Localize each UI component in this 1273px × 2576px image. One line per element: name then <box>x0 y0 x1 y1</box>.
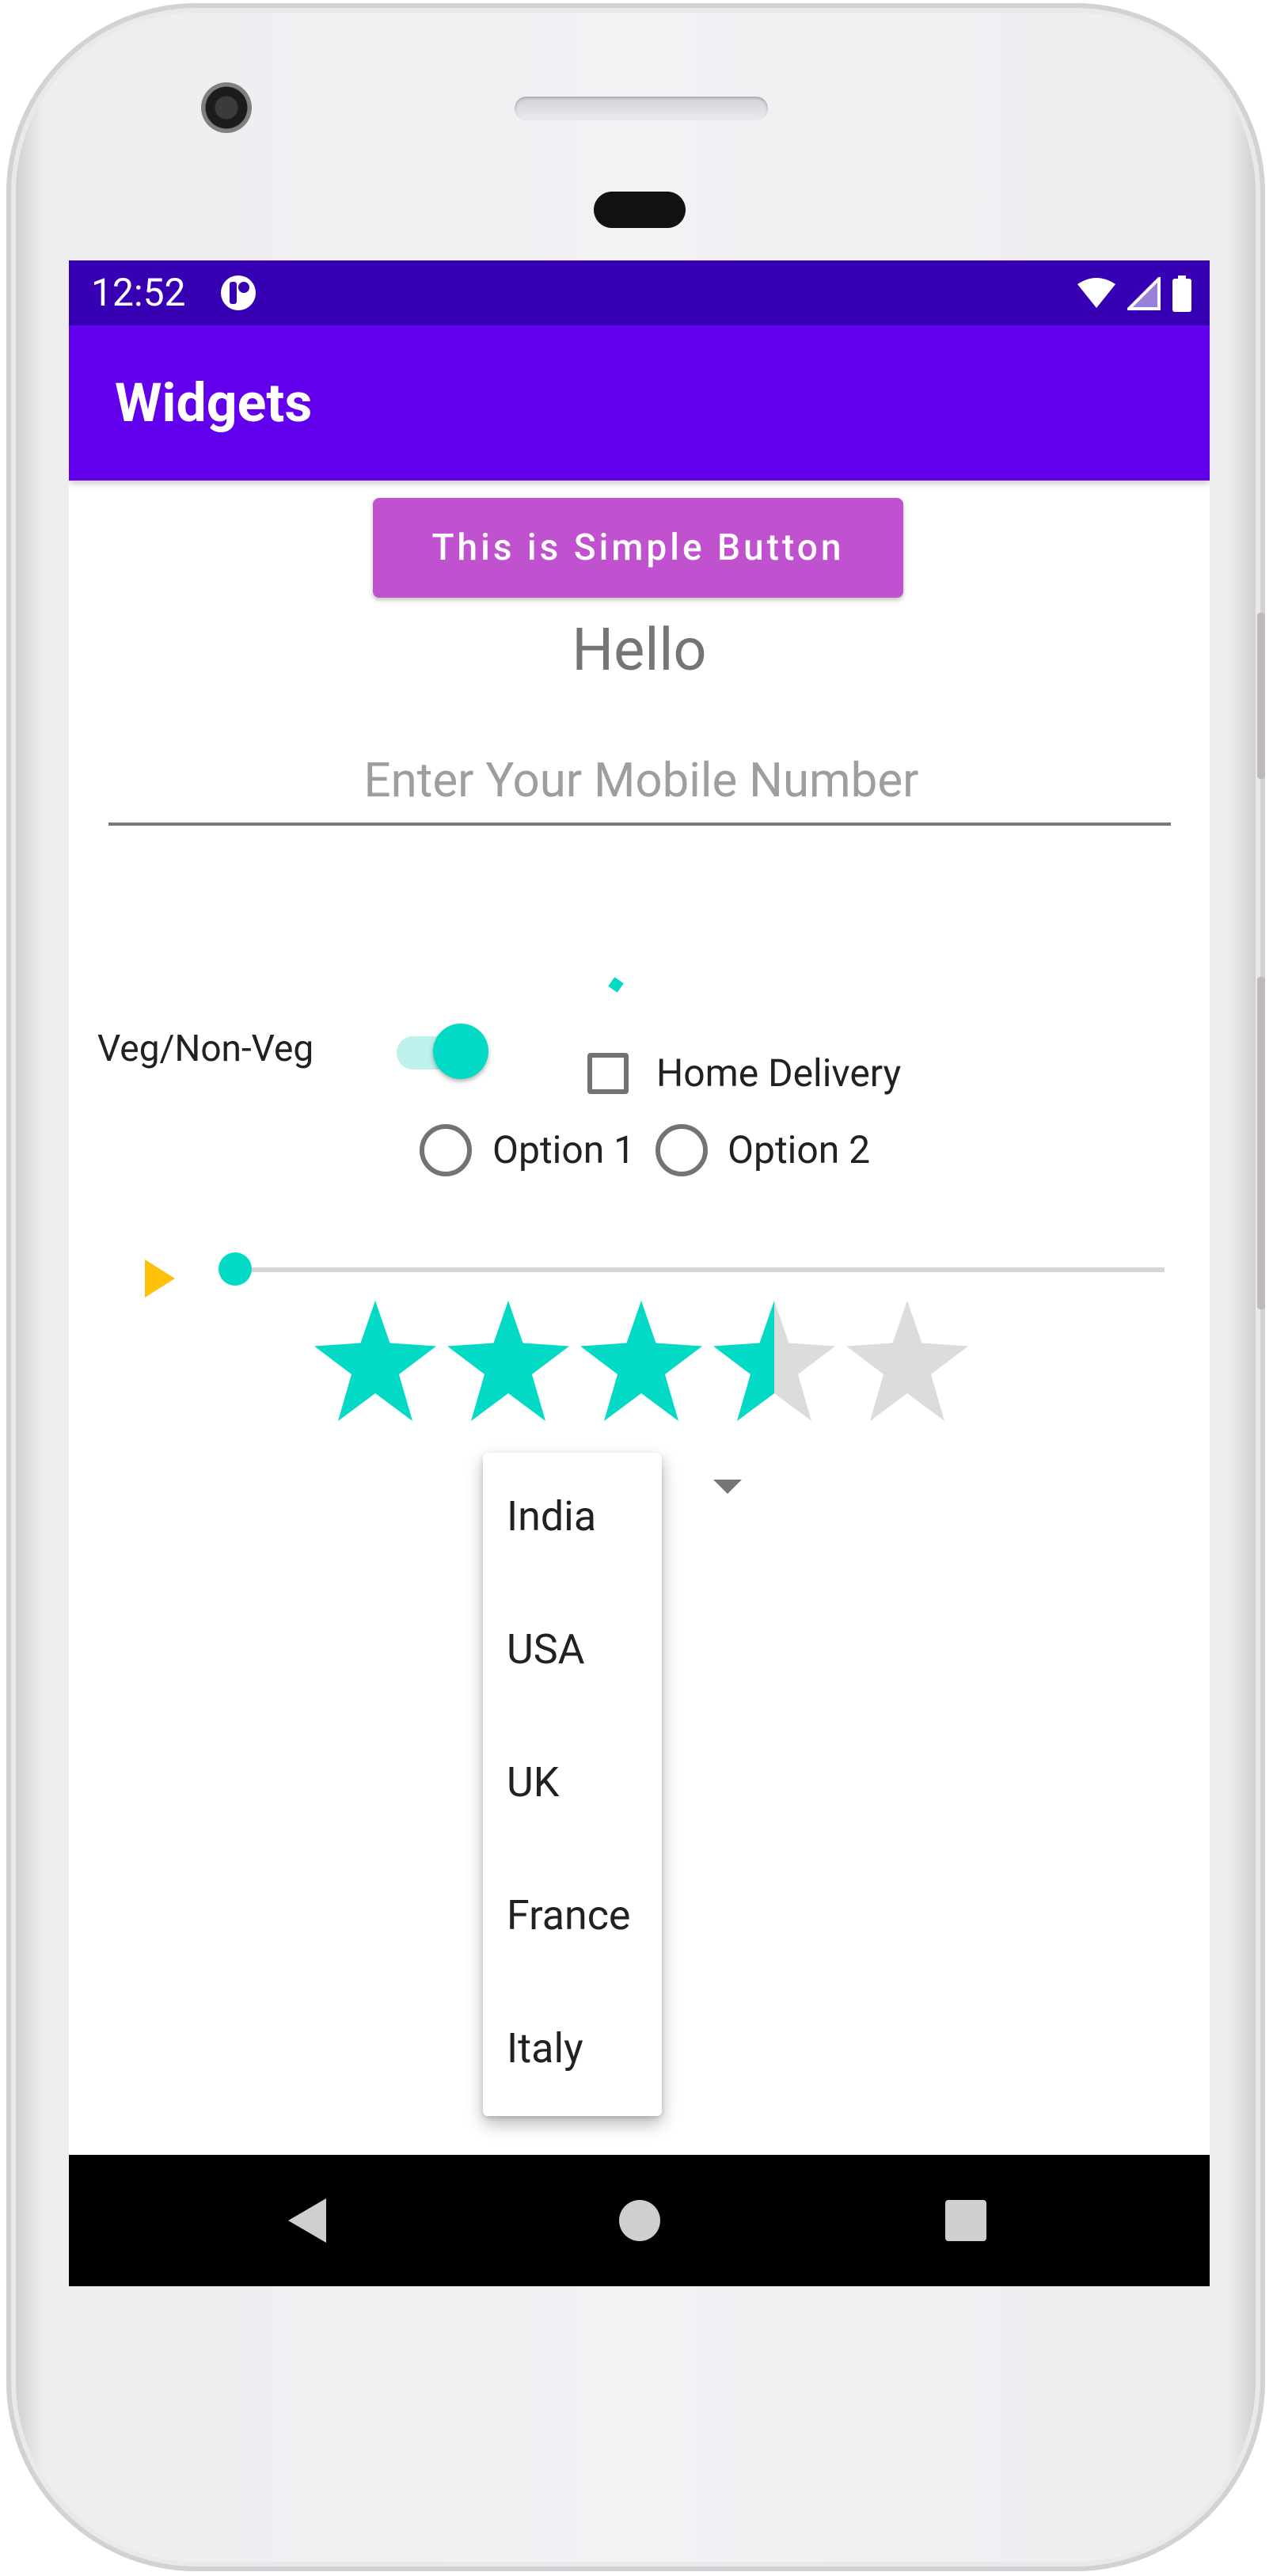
dropdown-item-france[interactable]: France <box>507 1888 630 1943</box>
proximity-sensor <box>594 192 686 228</box>
country-dropdown-menu: India USA UK France Italy <box>483 1453 662 2116</box>
seek-bar-thumb[interactable] <box>218 1252 252 1286</box>
status-bar: 12:52 <box>69 260 1210 325</box>
app-bar: Widgets <box>69 325 1210 481</box>
seek-bar-track[interactable] <box>237 1267 1165 1272</box>
phone-frame: 12:52 Widgets This is Simple Button Hell… <box>6 3 1265 2571</box>
rating-bar[interactable] <box>314 1301 968 1421</box>
power-button <box>1257 613 1265 779</box>
home-icon[interactable] <box>619 2200 660 2241</box>
app-title: Widgets <box>115 371 313 435</box>
radio-option-1[interactable] <box>420 1124 472 1176</box>
veg-switch-label: Veg/Non-Veg <box>97 1028 314 1070</box>
radio-option-2-label: Option 2 <box>728 1127 871 1172</box>
rating-star-5[interactable] <box>846 1301 968 1421</box>
signal-icon <box>1127 277 1161 310</box>
mobile-number-input[interactable] <box>108 743 1174 816</box>
wifi-icon <box>1077 278 1115 308</box>
veg-switch[interactable] <box>392 1019 488 1082</box>
back-icon[interactable] <box>288 2198 326 2243</box>
input-underline <box>108 823 1171 826</box>
spinner-dropdown-arrow-icon[interactable] <box>713 1480 742 1494</box>
app-notification-icon <box>221 275 256 310</box>
hello-text: Hello <box>572 616 707 685</box>
progress-spinner <box>608 977 624 993</box>
seek-bar-tick-mark <box>145 1260 175 1297</box>
rating-star-3[interactable] <box>580 1301 702 1421</box>
earpiece-speaker <box>515 97 768 120</box>
home-delivery-label: Home Delivery <box>656 1051 902 1096</box>
front-camera <box>201 82 252 133</box>
dropdown-item-uk[interactable]: UK <box>507 1755 559 1810</box>
rating-star-1[interactable] <box>314 1301 436 1421</box>
simple-button[interactable]: This is Simple Button <box>373 498 903 598</box>
navigation-bar <box>69 2155 1210 2286</box>
recents-icon[interactable] <box>945 2200 986 2241</box>
switch-thumb <box>433 1024 488 1079</box>
dropdown-item-italy[interactable]: Italy <box>507 2021 583 2076</box>
volume-button <box>1257 977 1265 1309</box>
radio-option-1-label: Option 1 <box>492 1127 636 1172</box>
rating-star-4-half[interactable] <box>713 1301 835 1421</box>
dropdown-item-usa[interactable]: USA <box>507 1622 585 1677</box>
status-time: 12:52 <box>91 270 186 315</box>
radio-option-2[interactable] <box>656 1124 708 1176</box>
battery-icon <box>1172 275 1191 312</box>
screen: 12:52 Widgets This is Simple Button Hell… <box>69 260 1210 2286</box>
home-delivery-checkbox[interactable] <box>587 1053 629 1094</box>
dropdown-item-india[interactable]: India <box>507 1489 596 1544</box>
rating-star-2[interactable] <box>447 1301 569 1421</box>
